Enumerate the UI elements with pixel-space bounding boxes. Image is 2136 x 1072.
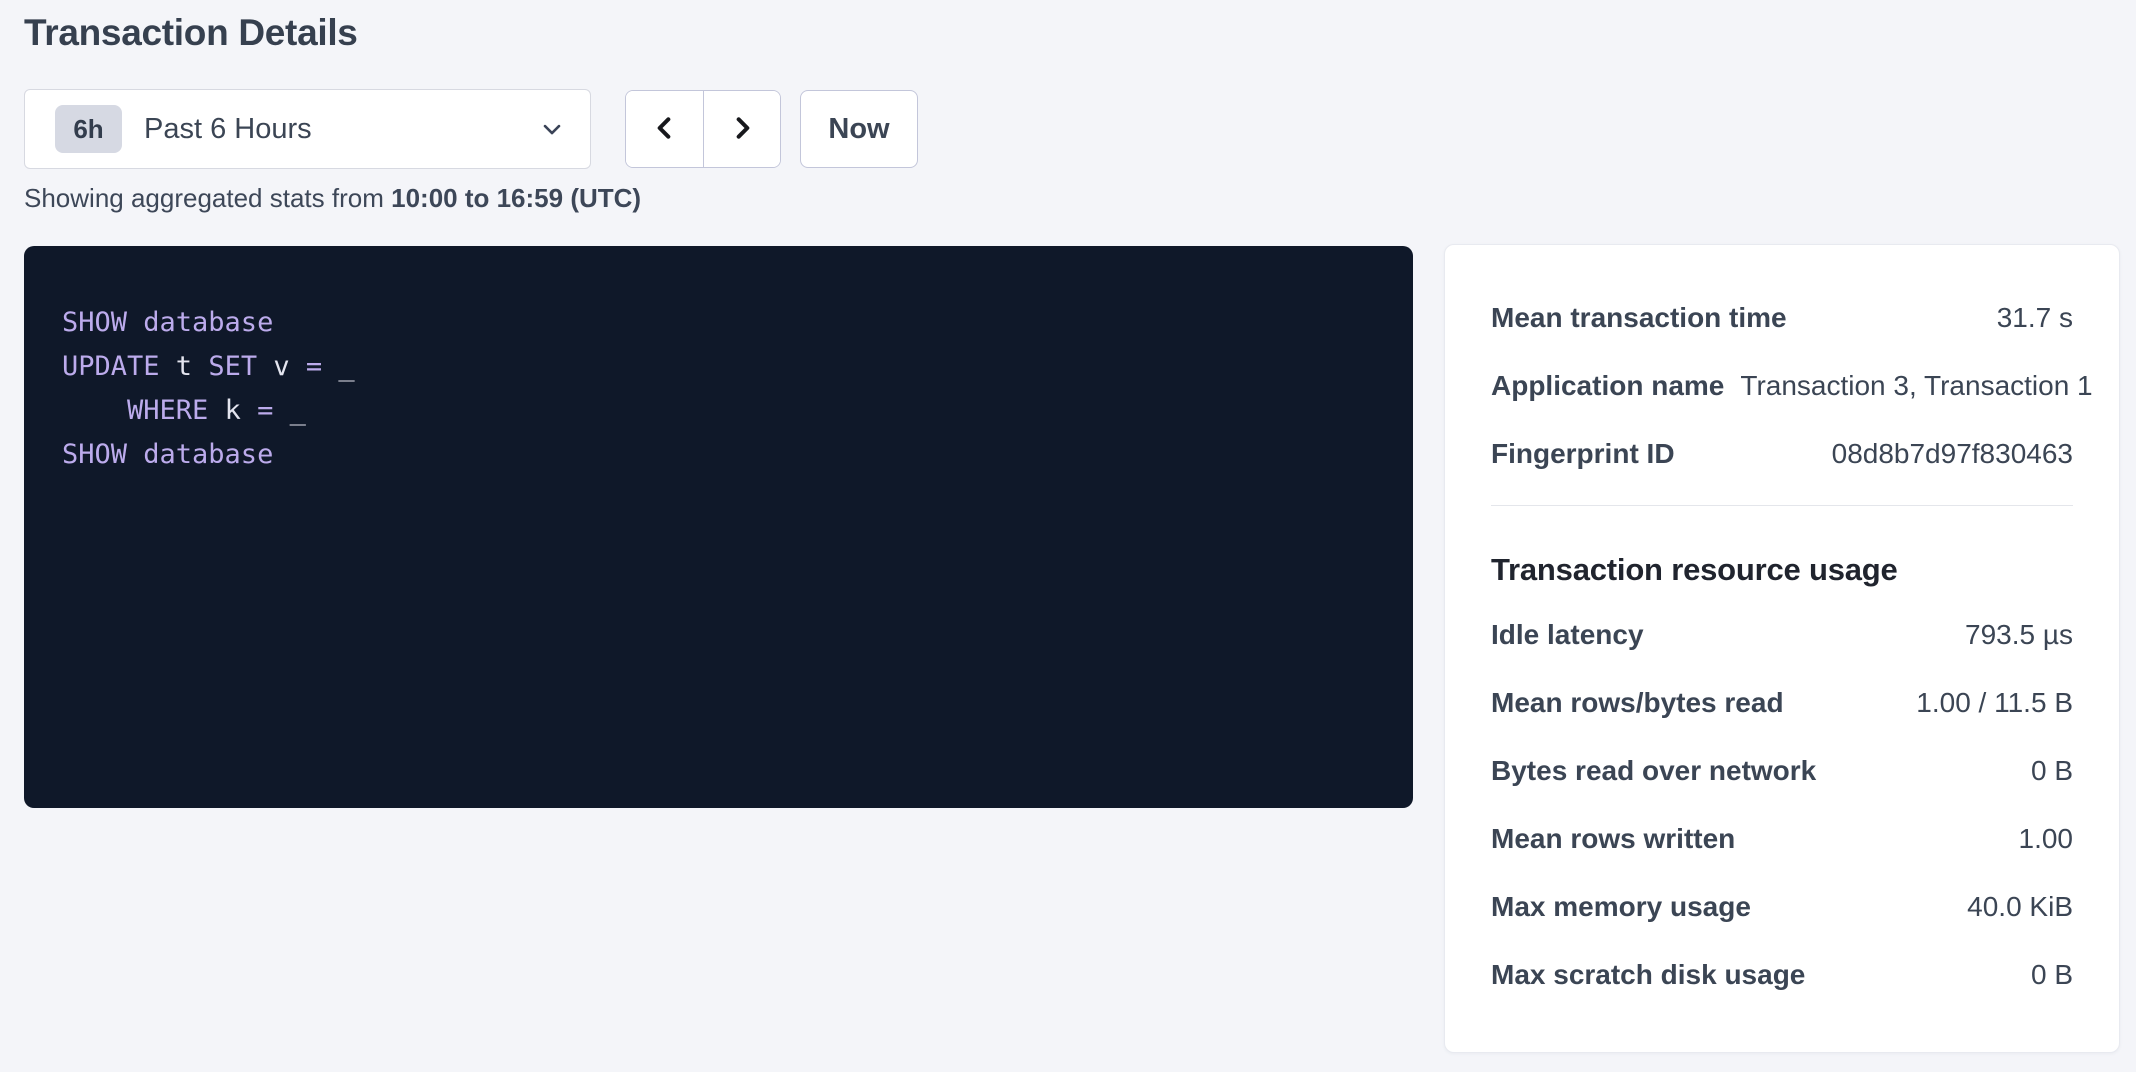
summary-prefix: Showing aggregated stats from: [24, 183, 391, 213]
stat-value: 08d8b7d97f830463: [1832, 437, 2073, 471]
sql-line: UPDATE t SET v = _: [62, 345, 1375, 389]
sql-token-identifier: v: [273, 351, 306, 382]
sql-token-identifier: k: [225, 395, 258, 426]
summary-range: 10:00 to 16:59 (UTC): [391, 183, 641, 213]
sql-token-keyword: SET: [208, 351, 273, 382]
sql-token-keyword: WHERE: [62, 395, 225, 426]
stat-value: 31.7 s: [1997, 301, 2073, 335]
time-controls: 6h Past 6 Hours Now: [24, 89, 918, 169]
sql-line: WHERE k = _: [62, 389, 1375, 433]
overview-stats: Mean transaction time 31.7 s Application n…: [1491, 301, 2073, 471]
sql-line: SHOW database: [62, 301, 1375, 345]
sql-line: SHOW database: [62, 433, 1375, 477]
stat-value: 40.0 KiB: [1967, 890, 2073, 924]
stat-label: Max scratch disk usage: [1491, 958, 1805, 992]
stat-row: Mean rows/bytes read 1.00 / 11.5 B: [1491, 686, 2073, 720]
stat-label: Fingerprint ID: [1491, 437, 1675, 471]
stat-label: Max memory usage: [1491, 890, 1751, 924]
sql-token-identifier: t: [176, 351, 209, 382]
sql-token-keyword: UPDATE: [62, 351, 176, 382]
stat-row: Mean rows written 1.00: [1491, 822, 2073, 856]
stat-row: Max scratch disk usage 0 B: [1491, 958, 2073, 992]
sql-token-identifier: _: [290, 395, 306, 426]
sql-token-keyword: SHOW database: [62, 307, 273, 338]
chevron-left-icon: [649, 112, 681, 147]
sql-code: SHOW database UPDATE t SET v = _ WHERE k …: [62, 301, 1375, 477]
stat-row: Fingerprint ID 08d8b7d97f830463: [1491, 437, 2073, 471]
stat-label: Mean transaction time: [1491, 301, 1787, 335]
time-range-label: Past 6 Hours: [144, 113, 538, 146]
chevron-down-icon: [538, 115, 566, 143]
resource-usage-heading: Transaction resource usage: [1491, 550, 2073, 590]
resource-stats: Idle latency 793.5 µs Mean rows/bytes read…: [1491, 618, 2073, 992]
next-range-button[interactable]: [703, 91, 780, 167]
transaction-summary-card: Mean transaction time 31.7 s Application n…: [1444, 244, 2120, 1053]
time-range-badge: 6h: [55, 105, 122, 153]
stat-label: Mean rows/bytes read: [1491, 686, 1784, 720]
stat-row: Max memory usage 40.0 KiB: [1491, 890, 2073, 924]
time-range-dropdown[interactable]: 6h Past 6 Hours: [24, 89, 591, 169]
sql-token-identifier: _: [338, 351, 354, 382]
previous-range-button[interactable]: [626, 91, 703, 167]
stat-value: 0 B: [2031, 958, 2073, 992]
sql-token-keyword: SHOW database: [62, 439, 273, 470]
stat-value: Transaction 3, Transaction 1: [1740, 369, 2092, 403]
stat-label: Application name: [1491, 369, 1724, 403]
sql-token-keyword: =: [257, 395, 290, 426]
stat-row: Bytes read over network 0 B: [1491, 754, 2073, 788]
stat-row: Application nameTransaction 3, Transacti…: [1491, 369, 2073, 403]
time-nav-group: [625, 90, 781, 168]
stat-value: 1.00 / 11.5 B: [1916, 686, 2073, 720]
page-title: Transaction Details: [24, 12, 358, 54]
stat-label: Bytes read over network: [1491, 754, 1816, 788]
stat-row: Idle latency 793.5 µs: [1491, 618, 2073, 652]
chevron-right-icon: [726, 112, 758, 147]
sql-token-keyword: =: [306, 351, 339, 382]
stat-label: Mean rows written: [1491, 822, 1735, 856]
sql-statement-panel: SHOW database UPDATE t SET v = _ WHERE k …: [24, 246, 1413, 808]
now-button[interactable]: Now: [800, 90, 918, 168]
stat-value: 793.5 µs: [1965, 618, 2073, 652]
stat-value: 1.00: [2019, 822, 2074, 856]
aggregated-stats-summary: Showing aggregated stats from 10:00 to 1…: [24, 183, 641, 214]
stat-row: Mean transaction time 31.7 s: [1491, 301, 2073, 335]
stat-label: Idle latency: [1491, 618, 1644, 652]
stat-value: 0 B: [2031, 754, 2073, 788]
card-divider: [1491, 505, 2073, 506]
